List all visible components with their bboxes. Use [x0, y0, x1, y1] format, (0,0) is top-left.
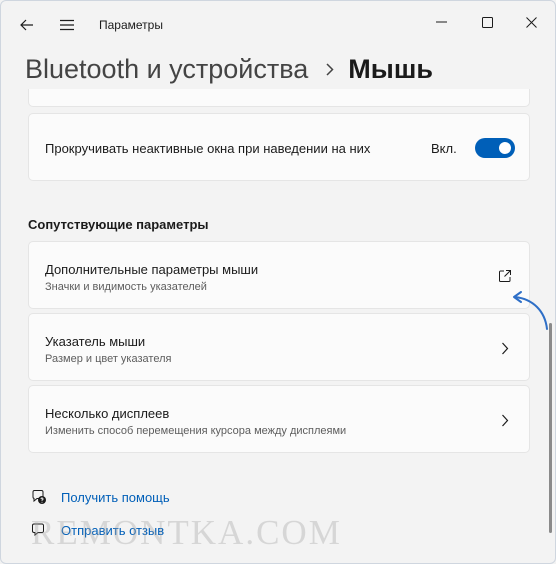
card-title: Дополнительные параметры мыши — [45, 262, 259, 277]
title-bar: Параметры — [1, 1, 555, 49]
breadcrumb-parent-link[interactable]: Bluetooth и устройства — [25, 54, 308, 85]
card-title: Указатель мыши — [45, 334, 146, 349]
previous-setting-card — [28, 89, 530, 107]
toggle-knob — [499, 142, 511, 154]
scroll-inactive-windows-card: Прокручивать неактивные окна при наведен… — [28, 113, 530, 181]
card-subtitle: Изменить способ перемещения курсора межд… — [45, 425, 347, 437]
chevron-right-icon — [495, 410, 515, 430]
help-icon — [29, 487, 49, 507]
send-feedback-label: Отправить отзыв — [61, 522, 165, 538]
back-button[interactable] — [15, 13, 39, 37]
card-title: Несколько дисплеев — [45, 406, 170, 421]
breadcrumb-separator-icon — [326, 62, 334, 76]
feedback-icon — [29, 520, 49, 540]
get-help-label: Получить помощь — [61, 489, 170, 505]
close-button[interactable] — [519, 11, 543, 33]
toggle-state-label: Вкл. — [431, 141, 457, 156]
mouse-pointer-card[interactable]: Указатель мыши Размер и цвет указателя — [28, 313, 530, 381]
minimize-button[interactable] — [429, 11, 453, 33]
maximize-button[interactable] — [475, 11, 499, 33]
settings-window: Параметры Bluetooth и устройства Мышь Пр… — [0, 0, 556, 564]
chevron-right-icon — [495, 338, 515, 358]
page-title: Мышь — [348, 53, 433, 84]
navigation-menu-button[interactable] — [55, 13, 79, 37]
send-feedback-link[interactable]: Отправить отзыв — [29, 520, 164, 540]
multiple-displays-card[interactable]: Несколько дисплеев Изменить способ перем… — [28, 385, 530, 453]
additional-mouse-settings-card[interactable]: Дополнительные параметры мыши Значки и в… — [28, 241, 530, 309]
scroll-inactive-windows-label: Прокручивать неактивные окна при наведен… — [45, 141, 371, 156]
card-subtitle: Значки и видимость указателей — [45, 281, 207, 293]
related-settings-heading: Сопутствующие параметры — [28, 217, 209, 232]
back-arrow-icon — [20, 19, 33, 31]
scroll-inactive-windows-toggle[interactable] — [475, 138, 515, 158]
get-help-link[interactable]: Получить помощь — [29, 487, 170, 507]
minimize-icon — [435, 21, 447, 23]
breadcrumb: Bluetooth и устройства Мышь — [25, 49, 433, 89]
close-icon — [525, 16, 537, 28]
card-subtitle: Размер и цвет указателя — [45, 353, 172, 365]
maximize-icon — [481, 16, 493, 28]
hamburger-icon — [60, 19, 74, 31]
scrollbar-thumb[interactable] — [549, 323, 552, 533]
external-link-icon — [495, 266, 515, 286]
window-title: Параметры — [99, 18, 163, 32]
